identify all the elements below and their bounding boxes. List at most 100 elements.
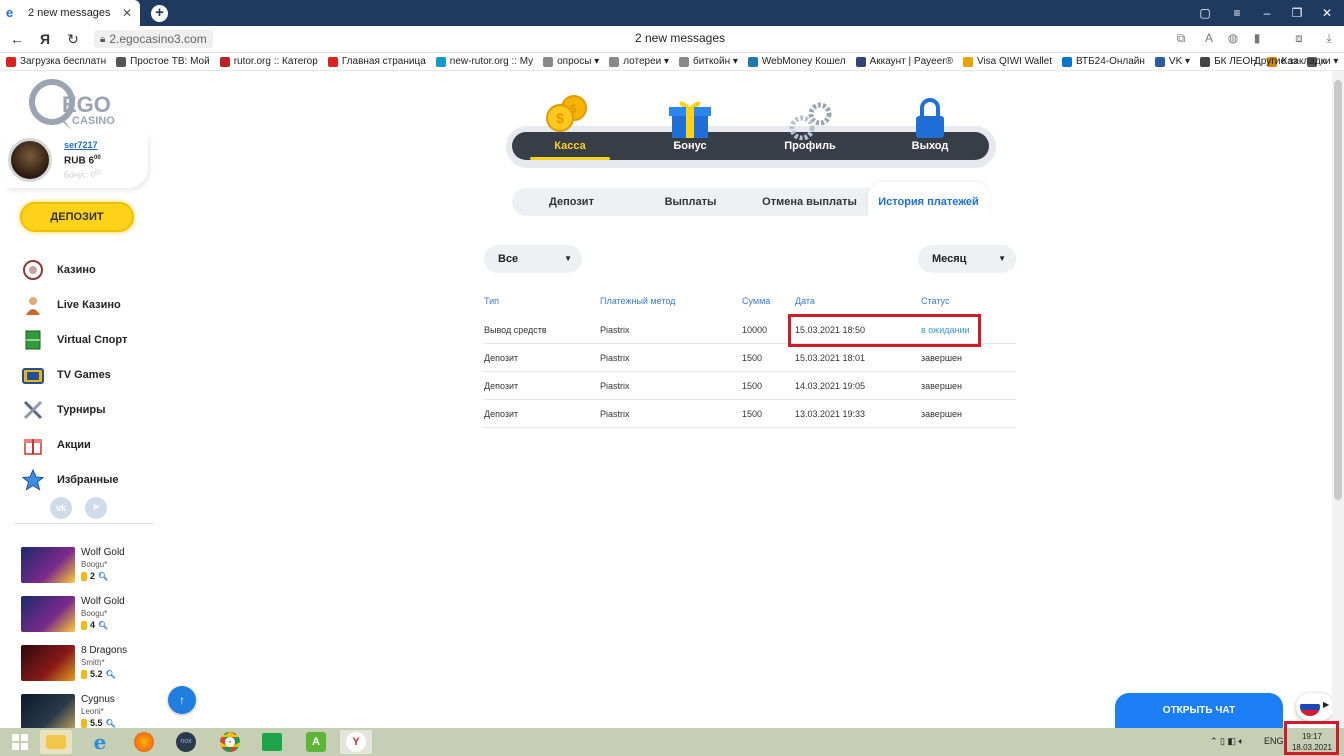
sidebar-item-6[interactable]: Избранные (22, 469, 162, 491)
sidebar-item-5[interactable]: Акции (22, 434, 162, 456)
avatar[interactable] (8, 138, 52, 182)
telegram-icon[interactable]: ➤ (85, 497, 107, 519)
bookmark-item[interactable]: Аккаунт | Payeer® (855, 56, 953, 67)
yandex-browser-icon[interactable]: Y (340, 730, 372, 754)
store-icon[interactable] (256, 730, 288, 754)
dealer-icon (22, 294, 44, 316)
deposit-button[interactable]: ДЕПОЗИТ (20, 202, 134, 232)
other-bookmarks[interactable]: Другие закладки ▾ (1254, 56, 1338, 67)
type-filter-select[interactable]: Все ▼ (484, 245, 582, 273)
tab-payouts[interactable]: Выплаты (631, 188, 750, 216)
bookmark-item[interactable]: Простое ТВ: Мой (116, 56, 210, 67)
bookmark-item[interactable]: лотереи ▾ (609, 56, 669, 67)
tab-payment-history[interactable]: История платежей (868, 188, 989, 216)
restore-icon[interactable]: ❐ (1288, 4, 1306, 22)
browser-tab[interactable]: e 2 new messages ✕ (0, 0, 140, 26)
bookmark-item[interactable]: VK ▾ (1154, 56, 1190, 67)
table-row: Депозит Piastrix 1500 14.03.2021 19:05 завер… (484, 372, 1016, 400)
file-explorer-icon[interactable] (40, 730, 72, 754)
url-text: 2.egocasino3.com (109, 32, 207, 46)
win-value: 4 (90, 620, 96, 630)
sidebar-item-0[interactable]: Казино (22, 259, 162, 281)
new-tab-button[interactable]: + (151, 5, 168, 22)
menu-profile[interactable]: Профиль (750, 132, 870, 160)
input-language[interactable]: ENG (1264, 736, 1284, 746)
bookmark-label: ВТБ24-Онлайн (1075, 56, 1145, 67)
col-header-type: Тип (484, 296, 500, 306)
bookmark-item[interactable]: Visa QIWI Wallet (962, 56, 1052, 67)
site-favicon-icon: e (6, 5, 14, 20)
star-icon (22, 469, 44, 491)
recent-win-item[interactable]: Wolf Gold Boogu* 2 🔍︎ (21, 547, 161, 587)
vk-icon[interactable]: vk (50, 497, 72, 519)
recent-win-item[interactable]: 8 Dragons Smith* 5.2 🔍︎ (21, 645, 161, 685)
bookmark-favicon-icon (679, 56, 690, 67)
scroll-top-button[interactable]: ↑ (168, 686, 196, 714)
sidebar-item-4[interactable]: Турниры (22, 399, 162, 421)
bookmark-label: биткойн ▾ (693, 56, 738, 67)
cell-type: Вывод средств (484, 325, 547, 335)
bookmark-favicon-icon (435, 56, 446, 67)
bookmarks-bar: Загрузка бесплатн Простое ТВ: Мой rutor.or… (0, 53, 1344, 71)
reader-icon[interactable]: ◍ (1226, 31, 1240, 45)
coin-icon (81, 669, 87, 679)
coin-icon (81, 620, 87, 630)
bookmark-item[interactable]: Главная страница (327, 56, 426, 67)
bookmark-item[interactable]: rutor.org :: Категор (219, 56, 318, 67)
download-icon[interactable]: ⤓ (1322, 31, 1336, 45)
period-filter-select[interactable]: Месяц ▼ (918, 245, 1016, 273)
bookmarks-panel-icon[interactable]: ▢ (1196, 4, 1214, 22)
menu-bonus[interactable]: Бонус (630, 132, 750, 160)
bookmark-item[interactable]: опросы ▾ (543, 56, 599, 67)
reload-icon[interactable]: ↻ (62, 31, 84, 48)
internet-explorer-icon[interactable]: e (84, 730, 116, 754)
bookmark-item[interactable]: WebMoney Кошел (747, 56, 846, 67)
window-close-icon[interactable]: ✕ (1318, 4, 1336, 22)
bookmark-item[interactable]: new-rutor.org :: My (435, 56, 533, 67)
url-field[interactable]: 🔒︎ 2.egocasino3.com (94, 30, 213, 48)
sidebar-item-2[interactable]: Virtual Спорт (22, 329, 162, 351)
svg-text:$: $ (556, 110, 564, 126)
bookmark-icon[interactable]: ▮ (1250, 31, 1264, 45)
game-thumbnail[interactable] (21, 547, 75, 583)
game-name: Wolf Gold (81, 596, 125, 607)
cell-status: завершен (921, 381, 963, 391)
menu-kassa[interactable]: Касса (510, 132, 630, 160)
sidebar-item-3[interactable]: TV Games (22, 364, 162, 386)
game-thumbnail[interactable] (21, 596, 75, 632)
username-link[interactable]: ser7217 (64, 140, 98, 150)
tab-deposit[interactable]: Депозит (512, 188, 631, 216)
windows-start-icon[interactable] (4, 730, 36, 754)
recent-win-item[interactable]: Wolf Gold Boogu* 4 🔍︎ (21, 596, 161, 636)
bookmark-item[interactable]: Загрузка бесплатн (6, 56, 106, 67)
type-filter-value: Все (498, 253, 519, 265)
nox-icon[interactable]: nox (170, 730, 202, 754)
open-chat-button[interactable]: ОТКРЫТЬ ЧАТ (1115, 693, 1283, 733)
tray-icons[interactable]: ⌃ ▯ ◧ 🔈︎ (1210, 736, 1244, 747)
close-tab-icon[interactable]: ✕ (122, 6, 132, 20)
game-thumbnail[interactable] (21, 694, 75, 730)
back-icon[interactable]: ← (6, 31, 28, 47)
bookmark-favicon-icon (747, 56, 758, 67)
collections-icon[interactable]: ⧈ (1292, 31, 1306, 45)
language-switcher[interactable]: ▶ (1296, 693, 1334, 721)
share-icon[interactable]: ⧉ (1174, 31, 1188, 45)
ego-casino-logo[interactable]: EGO CASINO (28, 78, 132, 134)
menu-exit[interactable]: Выход (870, 132, 990, 160)
android-app-icon[interactable]: A (300, 730, 332, 754)
minimize-icon[interactable]: – (1258, 4, 1276, 22)
translate-icon[interactable]: A (1202, 31, 1216, 45)
tab-cancel-payout[interactable]: Отмена выплаты (750, 188, 869, 216)
bookmark-item[interactable]: ВТБ24-Онлайн (1061, 56, 1145, 67)
chevron-down-icon: ▼ (998, 254, 1006, 263)
sidebar-item-1[interactable]: Live Казино (22, 294, 162, 316)
chrome-icon[interactable] (214, 730, 246, 754)
bookmark-item[interactable]: БК ЛЕОН (1200, 56, 1257, 67)
firefox-icon[interactable] (128, 730, 160, 754)
game-thumbnail[interactable] (21, 645, 75, 681)
bookmark-label: Главная страница (341, 56, 426, 67)
notifications-icon[interactable]: ≡ (1228, 4, 1246, 22)
scrollbar-thumb[interactable] (1334, 80, 1342, 500)
bookmark-item[interactable]: биткойн ▾ (679, 56, 738, 67)
yandex-icon[interactable]: Я (34, 31, 56, 47)
